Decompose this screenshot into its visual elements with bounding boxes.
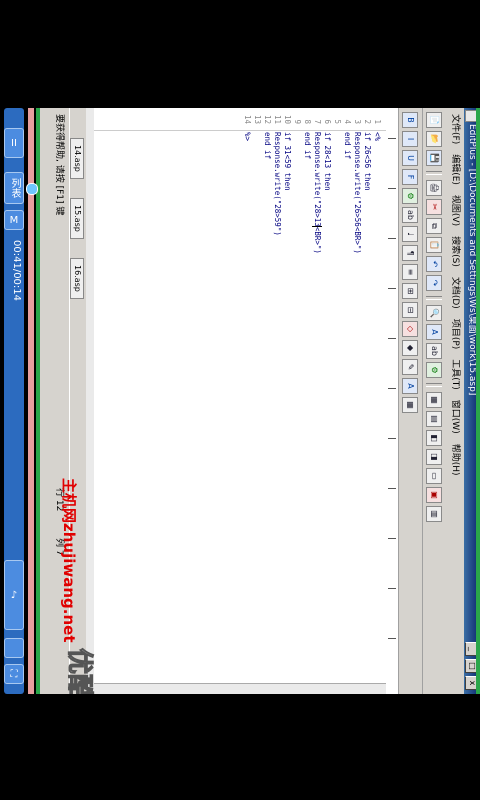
copy-icon[interactable]: ⧉ bbox=[426, 218, 443, 234]
toolbar-separator bbox=[426, 383, 443, 387]
table-icon[interactable]: ⊞ bbox=[402, 283, 419, 299]
code-line: 5 bbox=[333, 119, 342, 124]
code-line: 9 bbox=[293, 119, 302, 124]
undo-icon[interactable]: ↶ bbox=[426, 256, 443, 272]
music-icon[interactable]: ♩ bbox=[402, 226, 419, 242]
grid-icon[interactable]: ▦ bbox=[402, 397, 419, 413]
next-button[interactable]: M bbox=[4, 210, 24, 230]
tab-14-asp[interactable]: 14.asp bbox=[70, 138, 84, 179]
code-line: 3 Response.write("26>56<BR>") bbox=[353, 119, 362, 254]
text-icon[interactable]: A bbox=[402, 378, 419, 394]
underline-icon[interactable]: U bbox=[402, 150, 419, 166]
time-display: 00:41/00:14 bbox=[11, 240, 22, 302]
italic-icon[interactable]: I bbox=[402, 131, 419, 147]
code-line: 14 %> bbox=[243, 114, 252, 142]
open-file-icon[interactable]: 📂 bbox=[426, 131, 443, 147]
align-icon[interactable]: ≡ bbox=[402, 264, 419, 280]
standard-toolbar: 📄 📂 💾 🖨 ✂ ⧉ 📋 ↶ ↷ 🔍 A ab ⚙ ▦ ▤ ◧ ◨ ▭ ▣ ▥ bbox=[422, 108, 446, 694]
playlist-button[interactable]: 列表 bbox=[4, 172, 24, 204]
font-icon[interactable]: A bbox=[426, 324, 443, 340]
find-icon[interactable]: 🔍 bbox=[426, 305, 443, 321]
edit-icon[interactable]: ✎ bbox=[402, 359, 419, 375]
settings-button[interactable] bbox=[4, 638, 24, 658]
code-line: 2 if 26<56 then bbox=[363, 119, 372, 191]
settings-icon[interactable]: ⚙ bbox=[426, 362, 443, 378]
color-icon[interactable]: ⚙ bbox=[402, 188, 419, 204]
image-icon[interactable]: ◇ bbox=[402, 321, 419, 337]
replace-icon[interactable]: ab bbox=[426, 343, 443, 359]
code-line: 6 if 28<13 then bbox=[323, 119, 332, 191]
player-controls: II 列表 M 00:41/00:14 ♪ ⛶ bbox=[4, 108, 24, 694]
horizontal-scrollbar[interactable] bbox=[86, 108, 94, 694]
split-right-icon[interactable]: ◨ bbox=[426, 449, 443, 465]
code-line: 8 end if bbox=[303, 119, 312, 160]
menu-search[interactable]: 搜索(S) bbox=[446, 236, 464, 267]
code-line: 4 end if bbox=[343, 119, 352, 160]
menu-document[interactable]: 文档(D) bbox=[446, 277, 464, 309]
text-cursor bbox=[312, 226, 322, 233]
print-icon[interactable]: 🖨 bbox=[426, 180, 443, 196]
code-line: 7 Response.write("28>13<BR>") bbox=[313, 119, 322, 254]
cut-icon[interactable]: ✂ bbox=[426, 199, 443, 215]
toolbar-separator bbox=[426, 171, 443, 175]
redo-icon[interactable]: ↷ bbox=[426, 275, 443, 291]
form-icon[interactable]: ⊟ bbox=[402, 302, 419, 318]
columns-icon[interactable]: ▥ bbox=[426, 506, 443, 522]
code-line: 11 Response.write("28>59") bbox=[273, 114, 282, 236]
layout-icon[interactable]: ▦ bbox=[426, 392, 443, 408]
menu-view[interactable]: 视图(V) bbox=[446, 195, 464, 226]
font-tag-icon[interactable]: F bbox=[402, 169, 419, 185]
code-editor[interactable]: 1 <% 2 if 26<56 then 3 Response.write("26>5… bbox=[86, 108, 386, 694]
menu-edit[interactable]: 编辑(E) bbox=[446, 154, 464, 185]
anchor-icon[interactable]: ab bbox=[402, 207, 419, 223]
paste-icon[interactable]: 📋 bbox=[426, 237, 443, 253]
paragraph-icon[interactable]: ¶ bbox=[402, 245, 419, 261]
video-frame-left bbox=[36, 108, 40, 694]
code-line: 10 if 31<59 then bbox=[283, 114, 292, 191]
youku-logo: 优酷 bbox=[64, 648, 95, 695]
menu-help[interactable]: 帮助(H) bbox=[446, 444, 464, 476]
status-help-text: 要获得帮助, 请按 [F1] 键 bbox=[54, 114, 64, 216]
video-frame-right bbox=[476, 108, 480, 694]
code-line: 13 bbox=[253, 114, 262, 124]
tile-icon[interactable]: ▣ bbox=[426, 487, 443, 503]
list-icon[interactable]: ▤ bbox=[426, 411, 443, 427]
menu-file[interactable]: 文件(F) bbox=[446, 114, 464, 144]
menu-project[interactable]: 项目(P) bbox=[446, 319, 464, 349]
editplus-window: EditPlus - [D:\Documents and Settings\Ws… bbox=[36, 108, 480, 694]
progress-scrubber[interactable] bbox=[26, 183, 38, 195]
save-icon[interactable]: 💾 bbox=[426, 150, 443, 166]
code-line: 1 <% bbox=[373, 119, 382, 142]
code-line: 12 end if bbox=[263, 114, 272, 160]
frame-icon[interactable]: ◆ bbox=[402, 340, 419, 356]
window-icon[interactable]: ▭ bbox=[426, 468, 443, 484]
site-watermark: 主机网zhujiwang.net bbox=[60, 478, 78, 643]
progress-bar[interactable] bbox=[28, 108, 34, 694]
menu-tools[interactable]: 工具(T) bbox=[446, 359, 464, 390]
fullscreen-button[interactable]: ⛶ bbox=[4, 664, 24, 684]
menu-bar: 文件(F) 编辑(E) 视图(V) 搜索(S) 文档(D) 项目(P) 工具(T… bbox=[446, 108, 464, 694]
toolbar-separator bbox=[426, 296, 443, 300]
bold-icon[interactable]: B bbox=[402, 112, 419, 128]
ruler bbox=[385, 108, 398, 694]
video-frame[interactable]: EditPlus - [D:\Documents and Settings\Ws… bbox=[36, 108, 480, 694]
volume-slider[interactable]: ♪ bbox=[4, 560, 24, 630]
menu-window[interactable]: 窗口(W) bbox=[446, 400, 464, 434]
new-file-icon[interactable]: 📄 bbox=[426, 112, 443, 128]
pause-button[interactable]: II bbox=[4, 128, 24, 158]
tab-16-asp[interactable]: 16.asp bbox=[70, 258, 84, 299]
html-toolbar: B I U F ⚙ ab ♩ ¶ ≡ ⊞ ⊟ ◇ ◆ ✎ A ▦ bbox=[398, 108, 422, 694]
tab-15-asp[interactable]: 15.asp bbox=[70, 198, 84, 239]
vertical-scrollbar[interactable] bbox=[86, 683, 386, 694]
split-left-icon[interactable]: ◧ bbox=[426, 430, 443, 446]
